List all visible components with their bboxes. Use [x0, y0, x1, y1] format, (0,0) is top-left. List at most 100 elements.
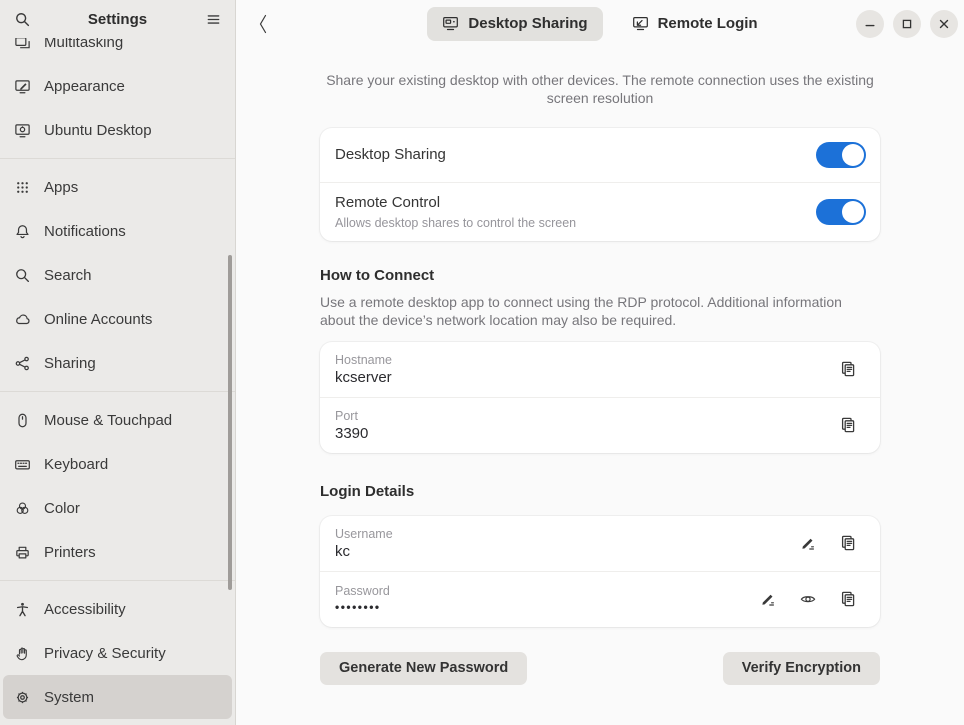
footer-buttons: Generate New Password Verify Encryption: [320, 652, 880, 685]
sidebar-item-appearance[interactable]: Appearance: [3, 64, 232, 108]
sidebar-item-printers[interactable]: Printers: [3, 530, 232, 574]
sidebar-item-online-accounts[interactable]: Online Accounts: [3, 297, 232, 341]
password-value: ••••••••: [335, 600, 390, 614]
how-to-connect-description: Use a remote desktop app to connect usin…: [320, 293, 868, 330]
maximize-button[interactable]: [893, 10, 921, 38]
sidebar-item-notifications[interactable]: Notifications: [3, 209, 232, 253]
sidebar-item-label: Notifications: [44, 223, 126, 240]
appearance-icon: [14, 78, 31, 95]
sidebar-item-keyboard[interactable]: Keyboard: [3, 442, 232, 486]
generate-new-password-button[interactable]: Generate New Password: [320, 652, 527, 685]
username-row: Username kc: [320, 516, 880, 571]
copy-port-button[interactable]: [839, 416, 857, 434]
privacy-hand-icon: [14, 645, 31, 662]
copy-icon: [839, 590, 857, 608]
copy-username-button[interactable]: [839, 534, 857, 552]
online-accounts-icon: [14, 311, 31, 328]
login-details-card: Username kc: [320, 516, 880, 627]
how-to-connect-heading: How to Connect: [320, 267, 880, 284]
search-icon: [14, 11, 31, 28]
sidebar-item-label: Color: [44, 500, 80, 517]
copy-icon: [839, 360, 857, 378]
port-label: Port: [335, 409, 368, 423]
close-icon: [937, 17, 951, 31]
back-button[interactable]: [248, 7, 278, 41]
search-button[interactable]: [8, 5, 36, 33]
sidebar-item-label: Sharing: [44, 355, 96, 372]
copy-hostname-button[interactable]: [839, 360, 857, 378]
tab-desktop-sharing[interactable]: Desktop Sharing: [427, 7, 602, 41]
password-label: Password: [335, 584, 390, 598]
sidebar-item-apps[interactable]: Apps: [3, 165, 232, 209]
sidebar-item-accessibility[interactable]: Accessibility: [3, 587, 232, 631]
sidebar-item-color[interactable]: Color: [3, 486, 232, 530]
view-switcher: Desktop Sharing Remote Login: [236, 0, 964, 47]
sidebar-item-label: System: [44, 689, 94, 706]
sidebar-item-label: Privacy & Security: [44, 645, 166, 662]
minimize-button[interactable]: [856, 10, 884, 38]
toggle-knob: [842, 144, 864, 166]
remote-control-label: Remote Control: [335, 194, 576, 211]
sidebar-item-multitasking[interactable]: Multitasking: [3, 38, 232, 64]
hostname-label: Hostname: [335, 353, 392, 367]
window-controls: [856, 10, 958, 38]
edit-pen-icon: [759, 590, 777, 608]
tab-label: Desktop Sharing: [468, 15, 587, 32]
multitasking-icon: [14, 38, 31, 51]
window-title: Settings: [88, 11, 147, 28]
sharing-icon: [14, 355, 31, 372]
color-icon: [14, 500, 31, 517]
search-section-icon: [14, 267, 31, 284]
toggle-knob: [842, 201, 864, 223]
sidebar-item-sharing[interactable]: Sharing: [3, 341, 232, 385]
copy-password-button[interactable]: [839, 590, 857, 608]
sidebar-item-label: Appearance: [44, 78, 125, 95]
close-button[interactable]: [930, 10, 958, 38]
tab-remote-login[interactable]: Remote Login: [617, 7, 773, 41]
hamburger-menu-icon: [205, 11, 222, 28]
maximize-icon: [900, 17, 914, 31]
notifications-icon: [14, 223, 31, 240]
copy-icon: [839, 534, 857, 552]
ubuntu-desktop-icon: [14, 122, 31, 139]
sidebar-item-privacy-security[interactable]: Privacy & Security: [3, 631, 232, 675]
desktop-sharing-toggle[interactable]: [816, 142, 866, 168]
desktop-sharing-icon: [442, 15, 459, 32]
port-value: 3390: [335, 425, 368, 442]
sidebar-item-label: Ubuntu Desktop: [44, 122, 152, 139]
sidebar-item-label: Printers: [44, 544, 96, 561]
desktop-sharing-label: Desktop Sharing: [335, 146, 446, 163]
settings-sidebar: Settings Multitasking Appearance Ubuntu …: [0, 0, 236, 725]
edit-pen-icon: [799, 534, 817, 552]
tab-label: Remote Login: [658, 15, 758, 32]
sidebar-item-label: Accessibility: [44, 601, 126, 618]
sidebar-item-search[interactable]: Search: [3, 253, 232, 297]
accessibility-icon: [14, 601, 31, 618]
remote-control-toggle[interactable]: [816, 199, 866, 225]
desktop-sharing-row: Desktop Sharing: [320, 128, 880, 182]
edit-password-button[interactable]: [759, 590, 777, 608]
sidebar-scrollbar[interactable]: [228, 255, 232, 590]
reveal-password-button[interactable]: [799, 590, 817, 608]
username-value: kc: [335, 543, 393, 560]
page-description: Share your existing desktop with other d…: [320, 71, 880, 108]
remote-control-row: Remote Control Allows desktop shares to …: [320, 183, 880, 241]
username-label: Username: [335, 527, 393, 541]
system-gear-icon: [14, 689, 31, 706]
sidebar-item-system[interactable]: System: [3, 675, 232, 719]
password-row: Password ••••••••: [320, 572, 880, 627]
sidebar-item-ubuntu-desktop[interactable]: Ubuntu Desktop: [3, 108, 232, 152]
edit-username-button[interactable]: [799, 534, 817, 552]
hostname-value: kcserver: [335, 369, 392, 386]
sidebar-item-mouse-touchpad[interactable]: Mouse & Touchpad: [3, 398, 232, 442]
main-menu-button[interactable]: [199, 5, 227, 33]
remote-control-subtitle: Allows desktop shares to control the scr…: [335, 216, 576, 230]
sidebar-item-label: Mouse & Touchpad: [44, 412, 172, 429]
verify-encryption-button[interactable]: Verify Encryption: [723, 652, 880, 685]
sidebar-item-label: Multitasking: [44, 38, 123, 51]
remote-login-icon: [632, 15, 649, 32]
sidebar-list: Multitasking Appearance Ubuntu Desktop A…: [0, 38, 235, 725]
keyboard-icon: [14, 456, 31, 473]
port-row: Port 3390: [320, 398, 880, 453]
mouse-icon: [14, 412, 31, 429]
